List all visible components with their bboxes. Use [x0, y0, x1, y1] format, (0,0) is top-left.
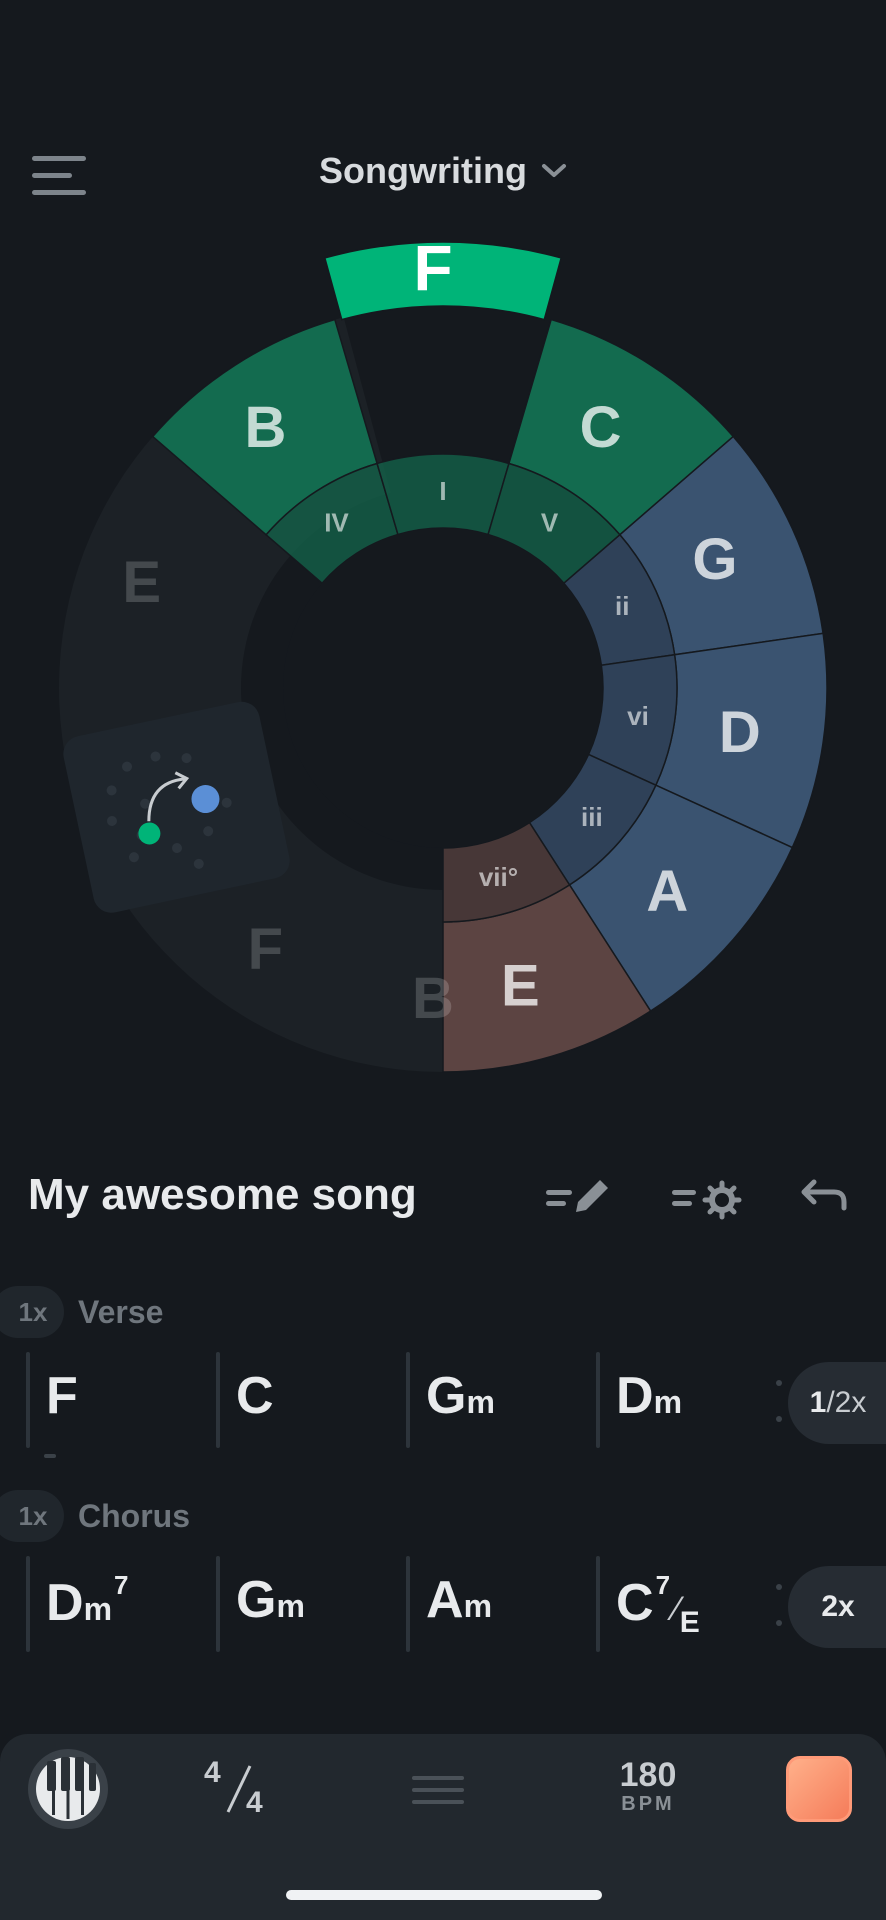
chord-bar[interactable]: Dm — [596, 1352, 786, 1448]
chord-name: Gm — [236, 1570, 305, 1630]
chord-bar[interactable]: C7⁄E — [596, 1556, 786, 1652]
home-indicator[interactable] — [286, 1890, 602, 1900]
wheel-degree-label: V — [541, 507, 559, 537]
chord-root: D — [616, 1367, 654, 1425]
wheel-chord-fsharp[interactable]: F — [248, 917, 283, 982]
bar-divider — [26, 1556, 30, 1652]
chord-quality: m — [466, 1384, 495, 1420]
song-settings-button[interactable] — [668, 1168, 748, 1224]
tempo-button[interactable]: 180 BPM — [600, 1756, 696, 1816]
speed-button[interactable]: 1/2x — [788, 1362, 886, 1444]
list-line — [412, 1800, 464, 1804]
bar-divider — [406, 1556, 410, 1652]
bar-divider — [596, 1352, 600, 1448]
chord-name: F — [46, 1366, 78, 1426]
wheel-degree-label: IV — [324, 507, 349, 537]
chord-wheel[interactable]: FCGmDmAmE°BF♯A♭E♭B♭IVIViiviiiivii° — [0, 0, 886, 1100]
settings-list-icon — [672, 1180, 742, 1220]
wheel-degree-label: ii — [615, 591, 629, 621]
time-sig-bottom: 4 — [246, 1786, 263, 1819]
section-repeat-button[interactable]: 1x — [0, 1490, 64, 1542]
undo-button[interactable] — [796, 1168, 856, 1224]
chord-quality: m — [83, 1591, 113, 1627]
wheel-chord-c[interactable]: C — [580, 395, 622, 460]
bar-divider — [216, 1352, 220, 1448]
drag-handle[interactable] — [776, 1380, 782, 1452]
wheel-center — [283, 528, 603, 848]
piano-icon — [36, 1757, 100, 1821]
time-signature-button[interactable]: 4 4 — [200, 1756, 280, 1826]
section-repeat-button[interactable]: 1x — [0, 1286, 64, 1338]
chord-bar[interactable]: C — [216, 1352, 406, 1448]
bar-divider — [216, 1556, 220, 1652]
bar-divider — [596, 1556, 600, 1652]
chord-root: D — [46, 1574, 84, 1632]
chord-name: Dm7 — [46, 1570, 128, 1633]
speed-num: 1 — [809, 1386, 827, 1419]
wheel-chord-dm[interactable]: D — [719, 700, 761, 765]
chord-bar[interactable]: Gm — [216, 1556, 406, 1652]
bpm-value: 180 — [619, 1756, 677, 1794]
chord-quality: m — [653, 1384, 683, 1420]
list-line — [412, 1776, 464, 1780]
wheel-chord-edim[interactable]: E — [501, 953, 540, 1018]
bpm-label: BPM — [621, 1793, 675, 1815]
chord-quality: m — [276, 1588, 305, 1624]
section-name[interactable]: Verse — [78, 1294, 163, 1331]
chord-name: C — [236, 1366, 274, 1426]
song-title: My awesome song — [28, 1170, 417, 1219]
chord-name: C7⁄E — [616, 1570, 700, 1640]
bar-marker — [44, 1454, 56, 1458]
chord-extension: 7 — [655, 1570, 671, 1600]
chord-bar[interactable]: F — [26, 1352, 216, 1448]
bar-divider — [406, 1352, 410, 1448]
chord-root: A — [426, 1571, 464, 1629]
wheel-chord-gm[interactable]: G — [692, 527, 737, 592]
wheel-chord-b[interactable]: B — [412, 966, 454, 1031]
bar-divider — [26, 1352, 30, 1448]
chord-quality: m — [463, 1588, 493, 1624]
chord-bar[interactable]: Am — [406, 1556, 596, 1652]
wheel-degree-label: vii° — [479, 862, 518, 892]
chord-root: C — [236, 1367, 274, 1425]
list-line — [412, 1788, 464, 1792]
wheel-degree-label: iii — [581, 802, 603, 832]
piano-button[interactable] — [28, 1749, 108, 1829]
edit-list-icon — [546, 1180, 608, 1212]
wheel-chord-f[interactable]: F — [413, 232, 452, 304]
chord-root: F — [46, 1367, 78, 1425]
drag-handle[interactable] — [776, 1584, 782, 1656]
chord-bar[interactable]: Gm — [406, 1352, 596, 1448]
sections-list-button[interactable] — [412, 1776, 476, 1808]
chord-name: Dm — [616, 1366, 682, 1426]
speed-button[interactable]: 2x — [788, 1566, 886, 1648]
time-sig-top: 4 — [204, 1756, 221, 1789]
chord-root: G — [426, 1367, 467, 1425]
speed-num: 2x — [821, 1590, 855, 1623]
undo-icon — [801, 1179, 847, 1211]
chord-bass: E — [679, 1606, 700, 1639]
chord-extension: 7 — [114, 1570, 129, 1600]
section-name[interactable]: Chorus — [78, 1498, 190, 1535]
chord-name: Gm — [426, 1366, 495, 1426]
wheel-degree-label: vi — [627, 701, 649, 731]
chord-root: G — [236, 1571, 277, 1629]
wheel-chord-eflat[interactable]: E — [122, 550, 161, 615]
wheel-degree-label: I — [439, 476, 446, 506]
stop-button[interactable] — [786, 1756, 852, 1822]
chord-root: C — [616, 1574, 654, 1632]
wheel-chord-bflat[interactable]: B — [244, 395, 286, 460]
speed-rest: /2x — [826, 1386, 867, 1419]
chord-bar[interactable]: Dm7 — [26, 1556, 216, 1652]
edit-song-button[interactable] — [542, 1168, 622, 1224]
chord-name: Am — [426, 1570, 492, 1630]
wheel-chord-am[interactable]: A — [646, 859, 688, 924]
